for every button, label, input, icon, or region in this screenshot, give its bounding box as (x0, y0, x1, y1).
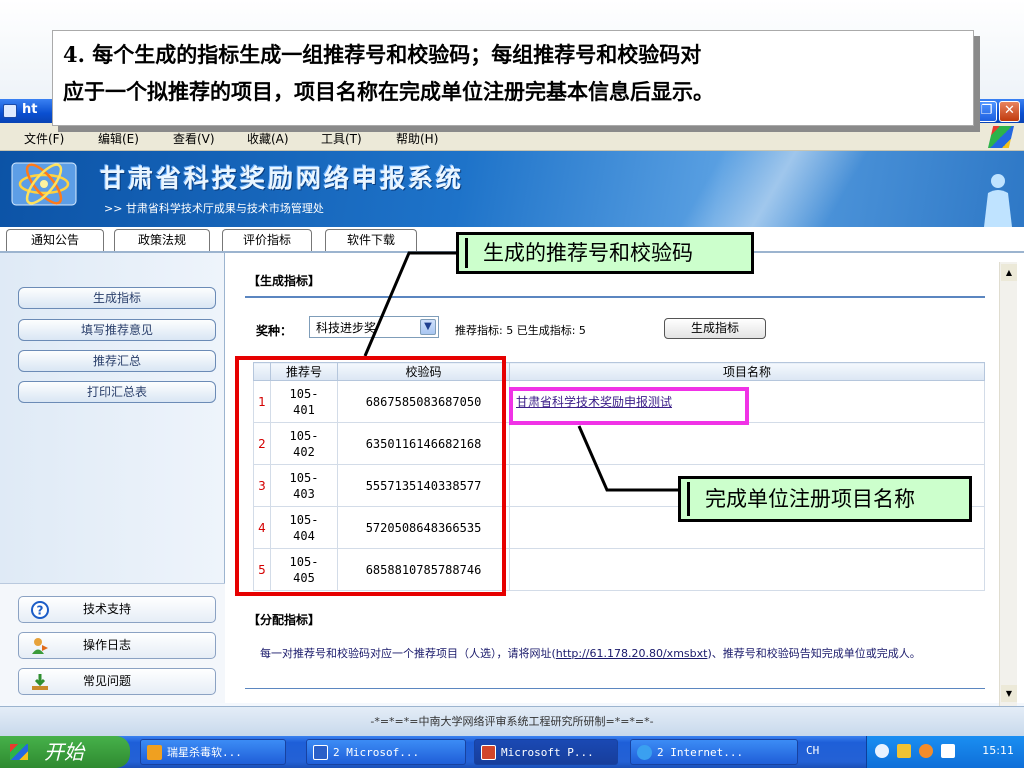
menu-view[interactable]: 查看(V) (173, 130, 215, 147)
svg-text:?: ? (37, 604, 44, 618)
highlight-codes-box (235, 356, 506, 596)
sidebar-item-recommend-opinion[interactable]: 填写推荐意见 (18, 319, 216, 341)
start-label: 开始 (44, 740, 84, 764)
faq-icon (32, 674, 48, 690)
tech-support-button[interactable]: ? 技术支持 (18, 596, 216, 623)
callout-codes: 生成的推荐号和校验码 (456, 232, 754, 274)
operation-log-label: 操作日志 (83, 638, 132, 652)
menu-bar: 文件(F) 编辑(E) 查看(V) 收藏(A) 工具(T) 帮助(H) (0, 123, 1024, 151)
callout-project-text: 完成单位注册项目名称 (705, 487, 915, 511)
antivirus-icon (147, 745, 162, 760)
task-label: 2 Microsof... (333, 746, 420, 759)
menu-edit[interactable]: 编辑(E) (98, 130, 139, 147)
menu-favorites[interactable]: 收藏(A) (247, 130, 289, 147)
task-label: 2 Internet... (657, 746, 744, 759)
tab-policies[interactable]: 政策法规 (114, 229, 210, 251)
system-url-link[interactable]: http://61.178.20.80/xmsbxt (556, 647, 708, 660)
allocate-section-title: 【分配指标】 (248, 613, 321, 627)
task-antivirus[interactable]: 瑞星杀毒软... (140, 739, 286, 765)
ie-window-icon (3, 104, 17, 118)
highlight-project-box (509, 387, 749, 425)
tab-notices[interactable]: 通知公告 (6, 229, 104, 251)
window-title: ht (22, 102, 38, 117)
generate-section-title: 【生成指标】 (248, 274, 321, 288)
taskbar: 开始 瑞星杀毒软... 2 Microsof... Microsoft P...… (0, 736, 1024, 768)
task-word[interactable]: 2 Microsof... (306, 739, 466, 765)
atom-logo-icon (11, 162, 77, 206)
vertical-scrollbar[interactable]: ▲ ▼ (999, 262, 1017, 706)
callout-marker (465, 238, 468, 268)
site-subtitle: >> 甘肃省科学技术厅成果与技术市场管理处 (104, 202, 324, 215)
close-button[interactable]: ✕ (999, 101, 1020, 122)
award-type-value: 科技进步奖 (316, 321, 377, 335)
task-label: 瑞星杀毒软... (167, 746, 242, 759)
footer-credit: -*=*=*=中南大学网络评审系统工程研究所研制=*=*=*- (370, 715, 654, 728)
sidebar-item-summary[interactable]: 推荐汇总 (18, 350, 216, 372)
word-icon (313, 745, 328, 760)
tab-downloads[interactable]: 软件下载 (325, 229, 417, 251)
award-type-label: 奖种： (256, 324, 293, 338)
tab-criteria[interactable]: 评价指标 (222, 229, 312, 251)
input-method-indicator[interactable]: CH (806, 744, 819, 757)
operation-log-button[interactable]: 操作日志 (18, 632, 216, 659)
sidebar-item-print-summary[interactable]: 打印汇总表 (18, 381, 216, 403)
task-internet-explorer[interactable]: 2 Internet... (630, 739, 798, 765)
tech-support-label: 技术支持 (83, 602, 132, 616)
callout-marker (687, 482, 690, 516)
section-divider (245, 296, 985, 298)
sidebar-item-generate[interactable]: 生成指标 (18, 287, 216, 309)
system-tray: 15:11 (866, 736, 1024, 768)
windows-flag-icon (10, 744, 28, 760)
person-figure-icon (984, 174, 1012, 227)
help-icon: ? (31, 601, 49, 619)
task-label: Microsoft P... (501, 746, 594, 759)
powerpoint-icon (481, 745, 496, 760)
start-button[interactable]: 开始 (0, 736, 130, 768)
faq-button[interactable]: 常见问题 (18, 668, 216, 695)
page-footer: -*=*=*=中南大学网络评审系统工程研究所研制=*=*=*- (0, 706, 1024, 736)
slide-note-line-2: 应于一个拟推荐的项目，项目名称在完成单位注册完基本信息后显示。 (63, 79, 714, 104)
ie-icon (637, 745, 652, 760)
menu-tools[interactable]: 工具(T) (321, 130, 362, 147)
callout-project: 完成单位注册项目名称 (678, 476, 972, 522)
callout-codes-text: 生成的推荐号和校验码 (483, 241, 693, 265)
tray-network-icon[interactable] (897, 744, 911, 758)
site-title: 甘肃省科技奖励网络申报系统 (100, 164, 465, 193)
award-type-select[interactable]: 科技进步奖 ▼ (309, 316, 439, 338)
task-powerpoint[interactable]: Microsoft P... (474, 739, 618, 765)
allocate-instructions: 每一对推荐号和校验码对应一个推荐项目（人选），请将网址(http://61.17… (248, 645, 988, 663)
tray-messenger-icon[interactable] (919, 744, 933, 758)
faq-label: 常见问题 (83, 674, 132, 688)
banner-decoration (620, 151, 920, 227)
allocate-text-pre: 每一对推荐号和校验码对应一个推荐项目（人选），请将网址( (260, 647, 556, 660)
chevron-down-icon[interactable]: ▼ (420, 319, 436, 335)
tray-display-icon[interactable] (941, 744, 955, 758)
tray-expand-icon[interactable] (875, 744, 889, 758)
clock: 15:11 (982, 744, 1014, 757)
maximize-button[interactable]: ❐ (976, 101, 997, 122)
col-project-name-header: 项目名称 (509, 362, 985, 381)
quota-status: 推荐指标: 5 已生成指标: 5 (455, 324, 586, 337)
project-name-cell (509, 422, 985, 465)
site-banner: 甘肃省科技奖励网络申报系统 >> 甘肃省科学技术厅成果与技术市场管理处 (0, 151, 1024, 227)
user-log-icon (32, 638, 48, 654)
slide-note-line-1: 4. 每个生成的指标生成一组推荐号和校验码；每组推荐号和校验码对 (63, 42, 702, 67)
scroll-up-icon[interactable]: ▲ (1001, 264, 1017, 281)
allocate-text-post: )、推荐号和校验码告知完成单位或完成人。 (707, 647, 921, 660)
generate-index-button[interactable]: 生成指标 (664, 318, 766, 339)
menu-file[interactable]: 文件(F) (24, 130, 64, 147)
sidebar-support-panel: ? 技术支持 操作日志 常见问题 (0, 583, 225, 703)
scroll-down-icon[interactable]: ▼ (1001, 685, 1017, 702)
menu-help[interactable]: 帮助(H) (396, 130, 438, 147)
slide-note-box: 4. 每个生成的指标生成一组推荐号和校验码；每组推荐号和校验码对 应于一个拟推荐… (52, 30, 974, 126)
section-divider-bottom (245, 688, 985, 689)
project-name-cell (509, 548, 985, 591)
